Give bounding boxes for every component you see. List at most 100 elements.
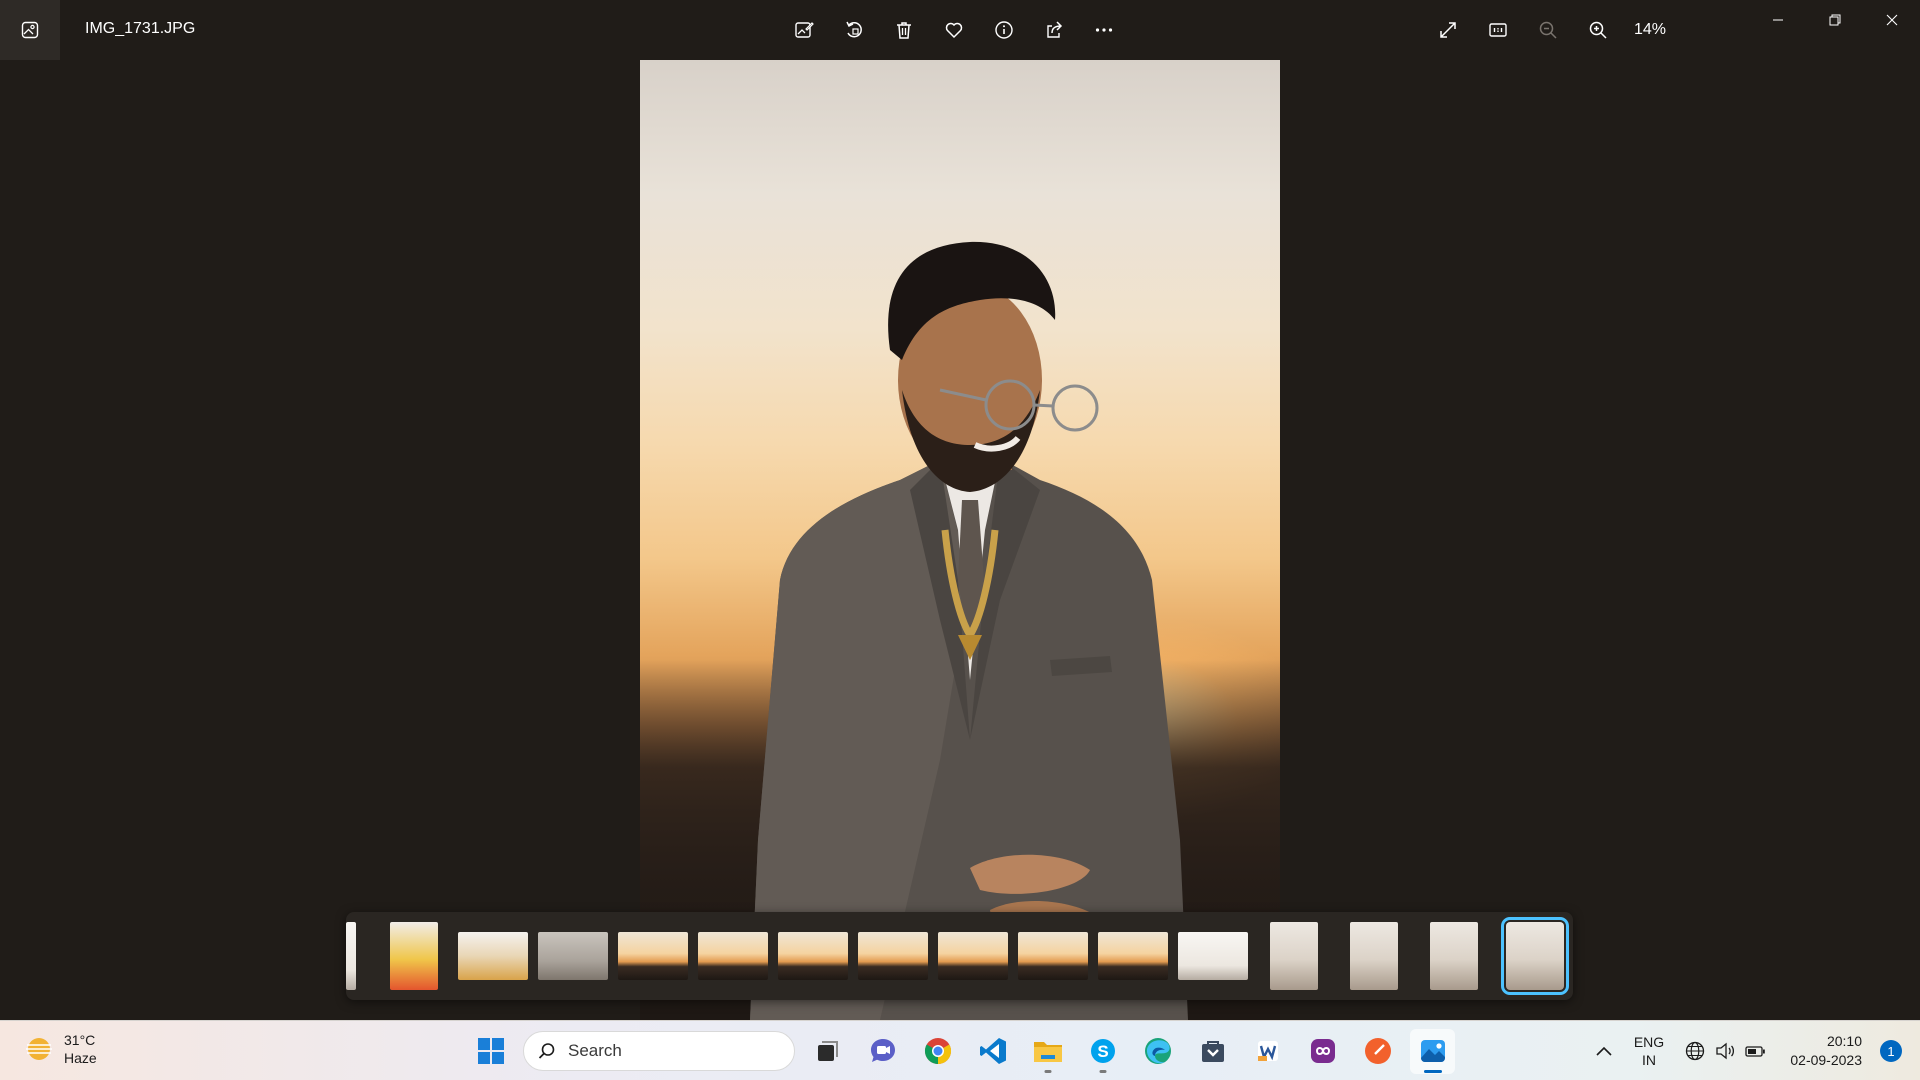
filmstrip-thumbnail[interactable] [618,932,688,980]
volume-icon [1716,1042,1735,1060]
filmstrip-thumbnail[interactable] [1178,932,1248,980]
media-app[interactable] [1300,1029,1345,1074]
word-app[interactable] [1245,1029,1290,1074]
filmstrip-thumbnail[interactable] [858,932,928,980]
filmstrip-thumbnail[interactable] [458,932,528,980]
chrome-app[interactable] [915,1029,960,1074]
actual-size-icon [1489,23,1507,37]
skype-app[interactable]: S [1080,1029,1125,1074]
file-name: IMG_1731.JPG [85,20,196,37]
chrome-icon [924,1038,951,1065]
actual-size-button[interactable] [1478,10,1518,50]
task-view-button[interactable] [805,1029,850,1074]
favorite-button[interactable] [934,10,974,50]
info-icon [995,21,1013,39]
quick-settings[interactable] [1674,1040,1776,1062]
store-bag-icon [1201,1041,1224,1062]
taskbar-apps: Search S [468,1027,1455,1075]
restore-icon [1829,14,1840,26]
other-app[interactable] [1355,1029,1400,1074]
zoom-out-icon [1539,21,1557,39]
zoom-in-button[interactable] [1578,10,1618,50]
trash-icon [897,22,911,39]
delete-button[interactable] [884,10,924,50]
language-indicator[interactable]: ENG IN [1624,1033,1674,1069]
image-toolbar [784,10,1124,50]
photos-app[interactable] [1410,1028,1455,1074]
file-explorer-app[interactable] [1025,1029,1070,1074]
language-region: IN [1642,1052,1656,1068]
photo-album-icon [21,21,39,39]
compass-app-icon [1364,1038,1391,1064]
filmstrip-thumbnail[interactable] [1270,922,1318,990]
zoom-out-button[interactable] [1528,10,1568,50]
chevron-up-icon [1596,1046,1612,1056]
close-icon [1886,14,1897,26]
view-controls: 14% [1428,10,1666,50]
filmstrip-thumbnail[interactable] [1350,922,1398,990]
main-photo[interactable] [640,60,1280,1020]
windows-logo-icon [477,1038,504,1064]
search-icon [538,1043,555,1059]
language-code: ENG [1633,1034,1665,1050]
filmstrip-thumbnail[interactable] [346,922,356,990]
filmstrip-thumbnail[interactable] [538,932,608,980]
task-view-icon [817,1041,838,1061]
running-indicator [1099,1069,1106,1073]
weather-condition: Haze [64,1050,97,1066]
edit-image-button[interactable] [784,10,824,50]
store-app[interactable] [1190,1029,1235,1074]
filmstrip-thumbnail[interactable] [778,932,848,980]
word-icon [1257,1041,1278,1061]
fullscreen-icon [1440,22,1456,38]
photos-icon [1420,1040,1445,1062]
close-button[interactable] [1863,0,1920,40]
notification-badge[interactable]: 1 [1880,1040,1902,1062]
file-info-button[interactable] [984,10,1024,50]
filmstrip-thumbnail[interactable] [698,932,768,980]
filmstrip-thumbnail[interactable] [1098,932,1168,980]
rotate-button[interactable] [834,10,874,50]
start-button[interactable] [468,1029,513,1074]
restore-button[interactable] [1806,0,1863,40]
haze-sun-icon [26,1038,52,1060]
photos-app-icon[interactable] [0,0,60,60]
clock[interactable]: 20:10 02-09-2023 [1776,1032,1866,1070]
filmstrip-thumbnail[interactable] [938,932,1008,980]
weather-widget[interactable]: 31°C Haze [24,1031,97,1067]
clock-time: 20:10 [1826,1033,1862,1049]
window-controls [1749,0,1920,40]
running-indicator-active [1423,1069,1442,1073]
share-icon [1047,21,1063,38]
zoom-level[interactable]: 14% [1634,21,1666,39]
search-placeholder: Search [568,1041,622,1060]
infinity-app-icon [1310,1039,1335,1063]
teams-chat-app[interactable] [860,1029,905,1074]
system-tray: ENG IN 20:10 02-09-2023 1 [1584,1021,1920,1080]
show-hidden-icons-button[interactable] [1584,1046,1624,1056]
vscode-app[interactable] [970,1029,1015,1074]
chat-bubble-icon [870,1039,895,1062]
vscode-icon [979,1038,1006,1064]
person-in-suit-photo [750,241,1188,1020]
filmstrip-thumbnail[interactable] [1430,922,1478,990]
taskbar-search[interactable]: Search [523,1031,795,1071]
minimize-button[interactable] [1749,0,1806,40]
more-icon [1095,28,1113,32]
taskbar: 31°C Haze Search S ENG IN 20:10 02-09-20… [0,1020,1920,1080]
zoom-in-icon [1589,21,1607,39]
network-globe-icon [1685,1041,1705,1061]
battery-icon [1745,1046,1765,1057]
title-bar: IMG_1731.JPG 14% [0,0,1920,60]
filmstrip-thumbnail-selected[interactable] [1501,917,1569,995]
more-options-button[interactable] [1084,10,1124,50]
fullscreen-button[interactable] [1428,10,1468,50]
filmstrip-thumbnail[interactable] [390,922,438,990]
edge-icon [1144,1038,1171,1064]
minimize-icon [1772,19,1783,21]
edge-app[interactable] [1135,1029,1180,1074]
filmstrip-thumbnail[interactable] [1018,932,1088,980]
share-button[interactable] [1034,10,1074,50]
filmstrip[interactable] [346,912,1573,1000]
folder-icon [1033,1042,1062,1062]
